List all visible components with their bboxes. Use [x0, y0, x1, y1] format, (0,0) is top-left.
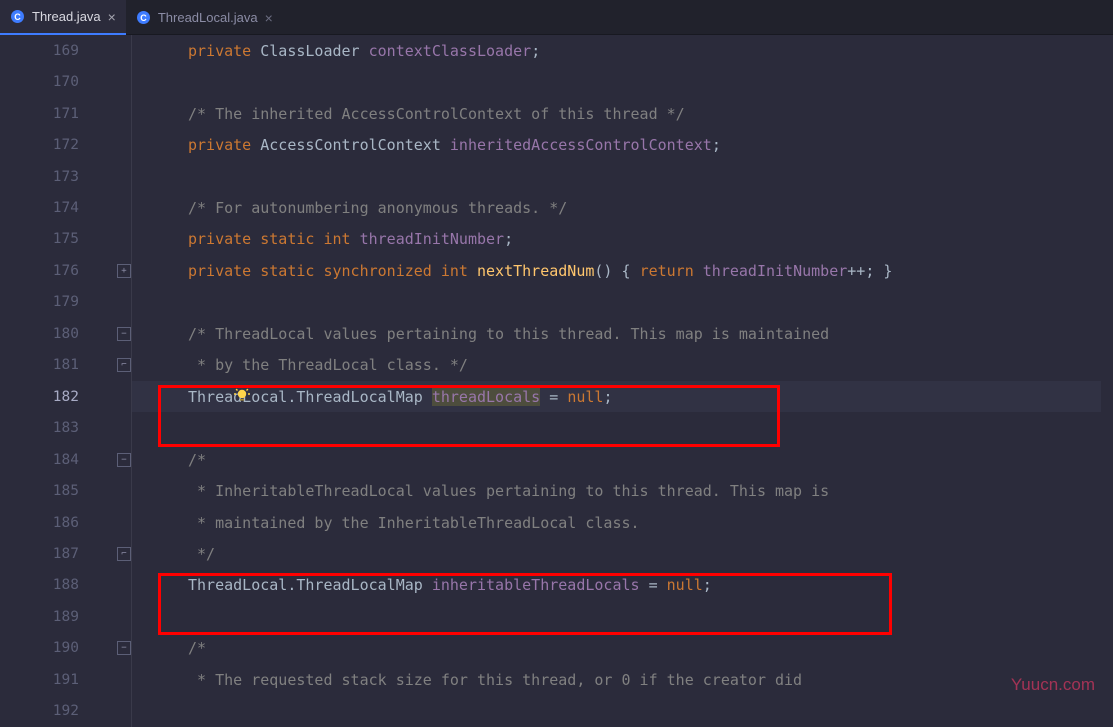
code-line: * maintained by the InheritableThreadLoc…	[132, 507, 1113, 538]
line-number: 187	[53, 546, 79, 562]
code-line	[132, 287, 1113, 318]
code-line-active: ThreadLocal.ThreadLocalMap threadLocals …	[132, 381, 1113, 412]
line-number: 169	[53, 43, 79, 59]
code-line	[132, 161, 1113, 192]
fold-collapse-icon[interactable]: −	[117, 453, 131, 467]
line-number: 181	[53, 357, 79, 373]
line-number: 176	[53, 263, 79, 279]
line-number: 174	[53, 200, 79, 216]
svg-text:C: C	[140, 13, 147, 23]
tab-threadlocal-java[interactable]: C ThreadLocal.java ×	[126, 0, 283, 35]
line-number: 186	[53, 515, 79, 531]
code-line: /* ThreadLocal values pertaining to this…	[132, 318, 1113, 349]
code-area[interactable]: private ClassLoader contextClassLoader; …	[132, 35, 1113, 727]
code-line: ThreadLocal.ThreadLocalMap inheritableTh…	[132, 570, 1113, 601]
code-line	[132, 601, 1113, 632]
line-number: 179	[53, 294, 79, 310]
fold-collapse-icon[interactable]: −	[117, 327, 131, 341]
line-number: 189	[53, 609, 79, 625]
fold-collapse-icon[interactable]: −	[117, 641, 131, 655]
minimap[interactable]	[1101, 35, 1113, 727]
tab-label: Thread.java	[32, 9, 101, 24]
code-line: /*	[132, 633, 1113, 664]
code-editor[interactable]: 169 170 171 172 173 174 175 176 + 179 180…	[0, 35, 1113, 727]
fold-expand-icon[interactable]: +	[117, 264, 131, 278]
java-class-icon: C	[136, 10, 151, 25]
editor-tabs: C Thread.java × C ThreadLocal.java ×	[0, 0, 1113, 35]
code-line: private static synchronized int nextThre…	[132, 255, 1113, 286]
line-number: 172	[53, 137, 79, 153]
line-number: 171	[53, 106, 79, 122]
close-icon[interactable]: ×	[265, 10, 273, 26]
line-number: 191	[53, 672, 79, 688]
line-number: 188	[53, 577, 79, 593]
java-class-icon: C	[10, 9, 25, 24]
line-number: 192	[53, 703, 79, 719]
line-number: 173	[53, 169, 79, 185]
line-number: 180	[53, 326, 79, 342]
watermark-text: Yuucn.com	[1011, 675, 1095, 695]
code-line	[132, 412, 1113, 443]
code-line: private static int threadInitNumber;	[132, 224, 1113, 255]
line-number: 175	[53, 231, 79, 247]
fold-end-icon[interactable]: ⌐	[117, 547, 131, 561]
code-line: /*	[132, 444, 1113, 475]
code-line: private AccessControlContext inheritedAc…	[132, 129, 1113, 160]
code-line	[132, 696, 1113, 727]
code-line: private ClassLoader contextClassLoader;	[132, 35, 1113, 66]
line-number: 183	[53, 420, 79, 436]
line-number: 170	[53, 74, 79, 90]
code-line: * The requested stack size for this thre…	[132, 664, 1113, 695]
code-line: * by the ThreadLocal class. */	[132, 350, 1113, 381]
code-line: /* For autonumbering anonymous threads. …	[132, 192, 1113, 223]
tab-label: ThreadLocal.java	[158, 10, 258, 25]
close-icon[interactable]: ×	[108, 9, 116, 25]
line-number: 182	[53, 389, 79, 405]
line-number: 190	[53, 640, 79, 656]
code-line	[132, 66, 1113, 97]
line-number: 185	[53, 483, 79, 499]
line-number: 184	[53, 452, 79, 468]
tab-thread-java[interactable]: C Thread.java ×	[0, 0, 126, 35]
code-line: * InheritableThreadLocal values pertaini…	[132, 475, 1113, 506]
code-line: */	[132, 538, 1113, 569]
code-line: /* The inherited AccessControlContext of…	[132, 98, 1113, 129]
gutter: 169 170 171 172 173 174 175 176 + 179 180…	[0, 35, 132, 727]
svg-text:C: C	[14, 12, 21, 22]
fold-end-icon[interactable]: ⌐	[117, 358, 131, 372]
